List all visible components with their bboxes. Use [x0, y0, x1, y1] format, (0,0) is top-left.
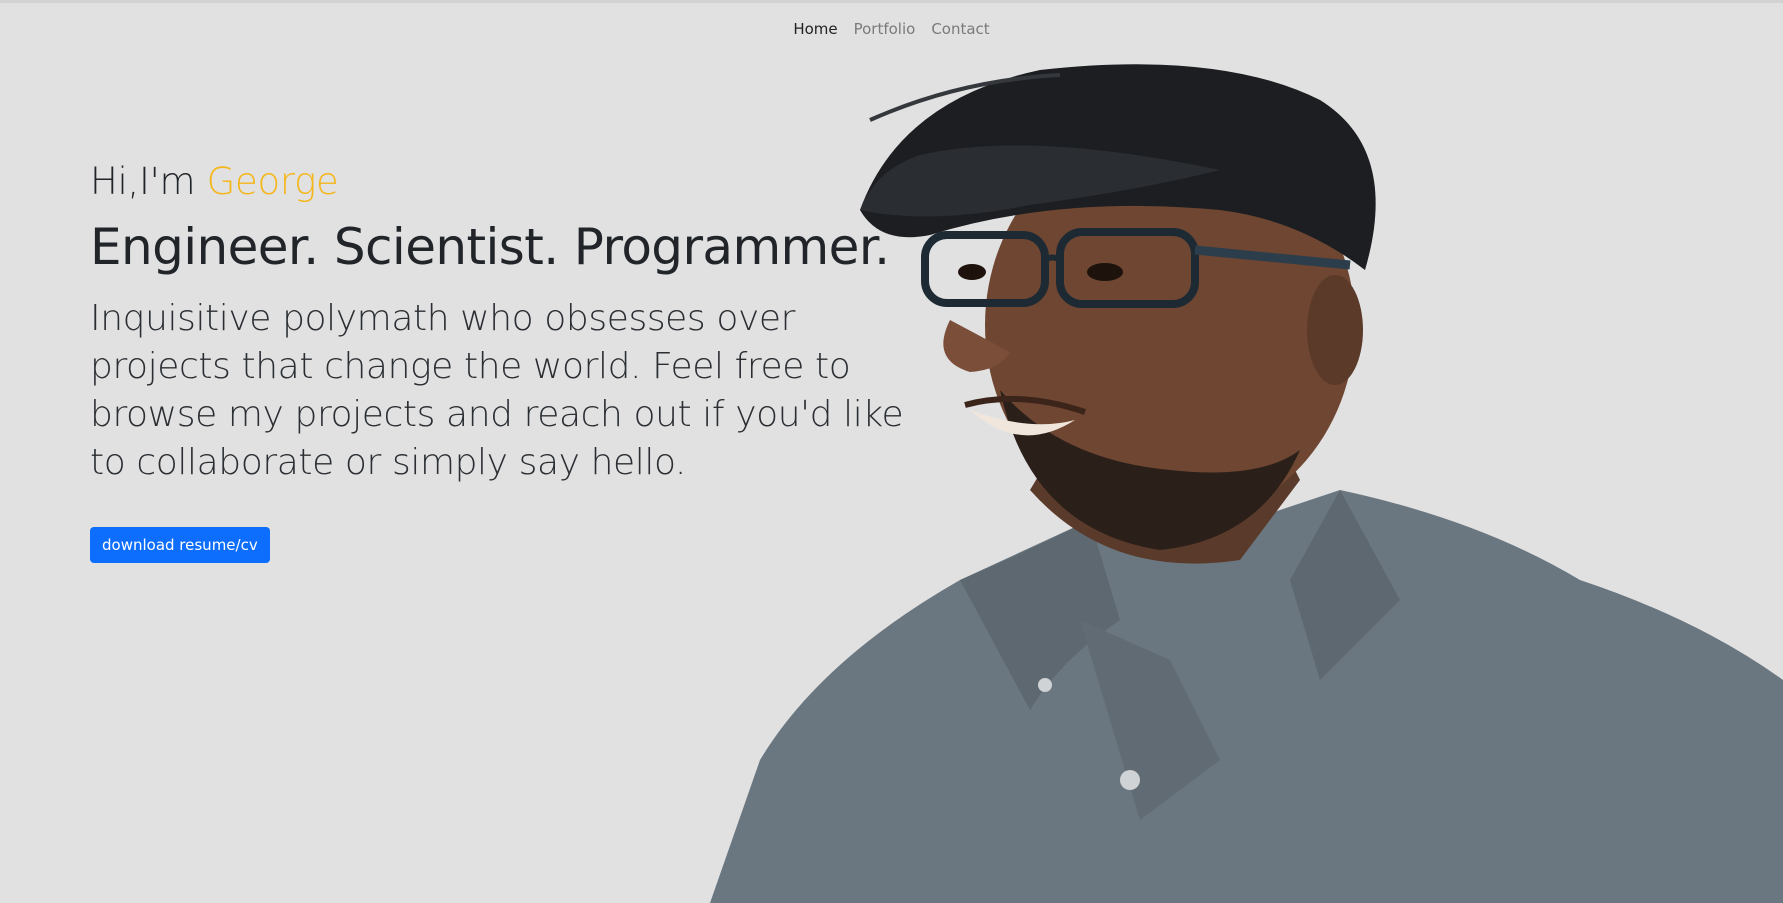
portrait-photo [710, 64, 1783, 903]
download-resume-button[interactable]: download resume/cv [90, 527, 270, 563]
top-border [0, 0, 1783, 3]
greeting-name: George [206, 160, 339, 203]
nav-home-link[interactable]: Home [793, 20, 837, 38]
top-nav: Home Portfolio Contact [0, 20, 1783, 38]
nav-contact-link[interactable]: Contact [931, 20, 989, 38]
nav-portfolio-link[interactable]: Portfolio [854, 20, 916, 38]
greeting-prefix: Hi,I'm [90, 160, 196, 203]
